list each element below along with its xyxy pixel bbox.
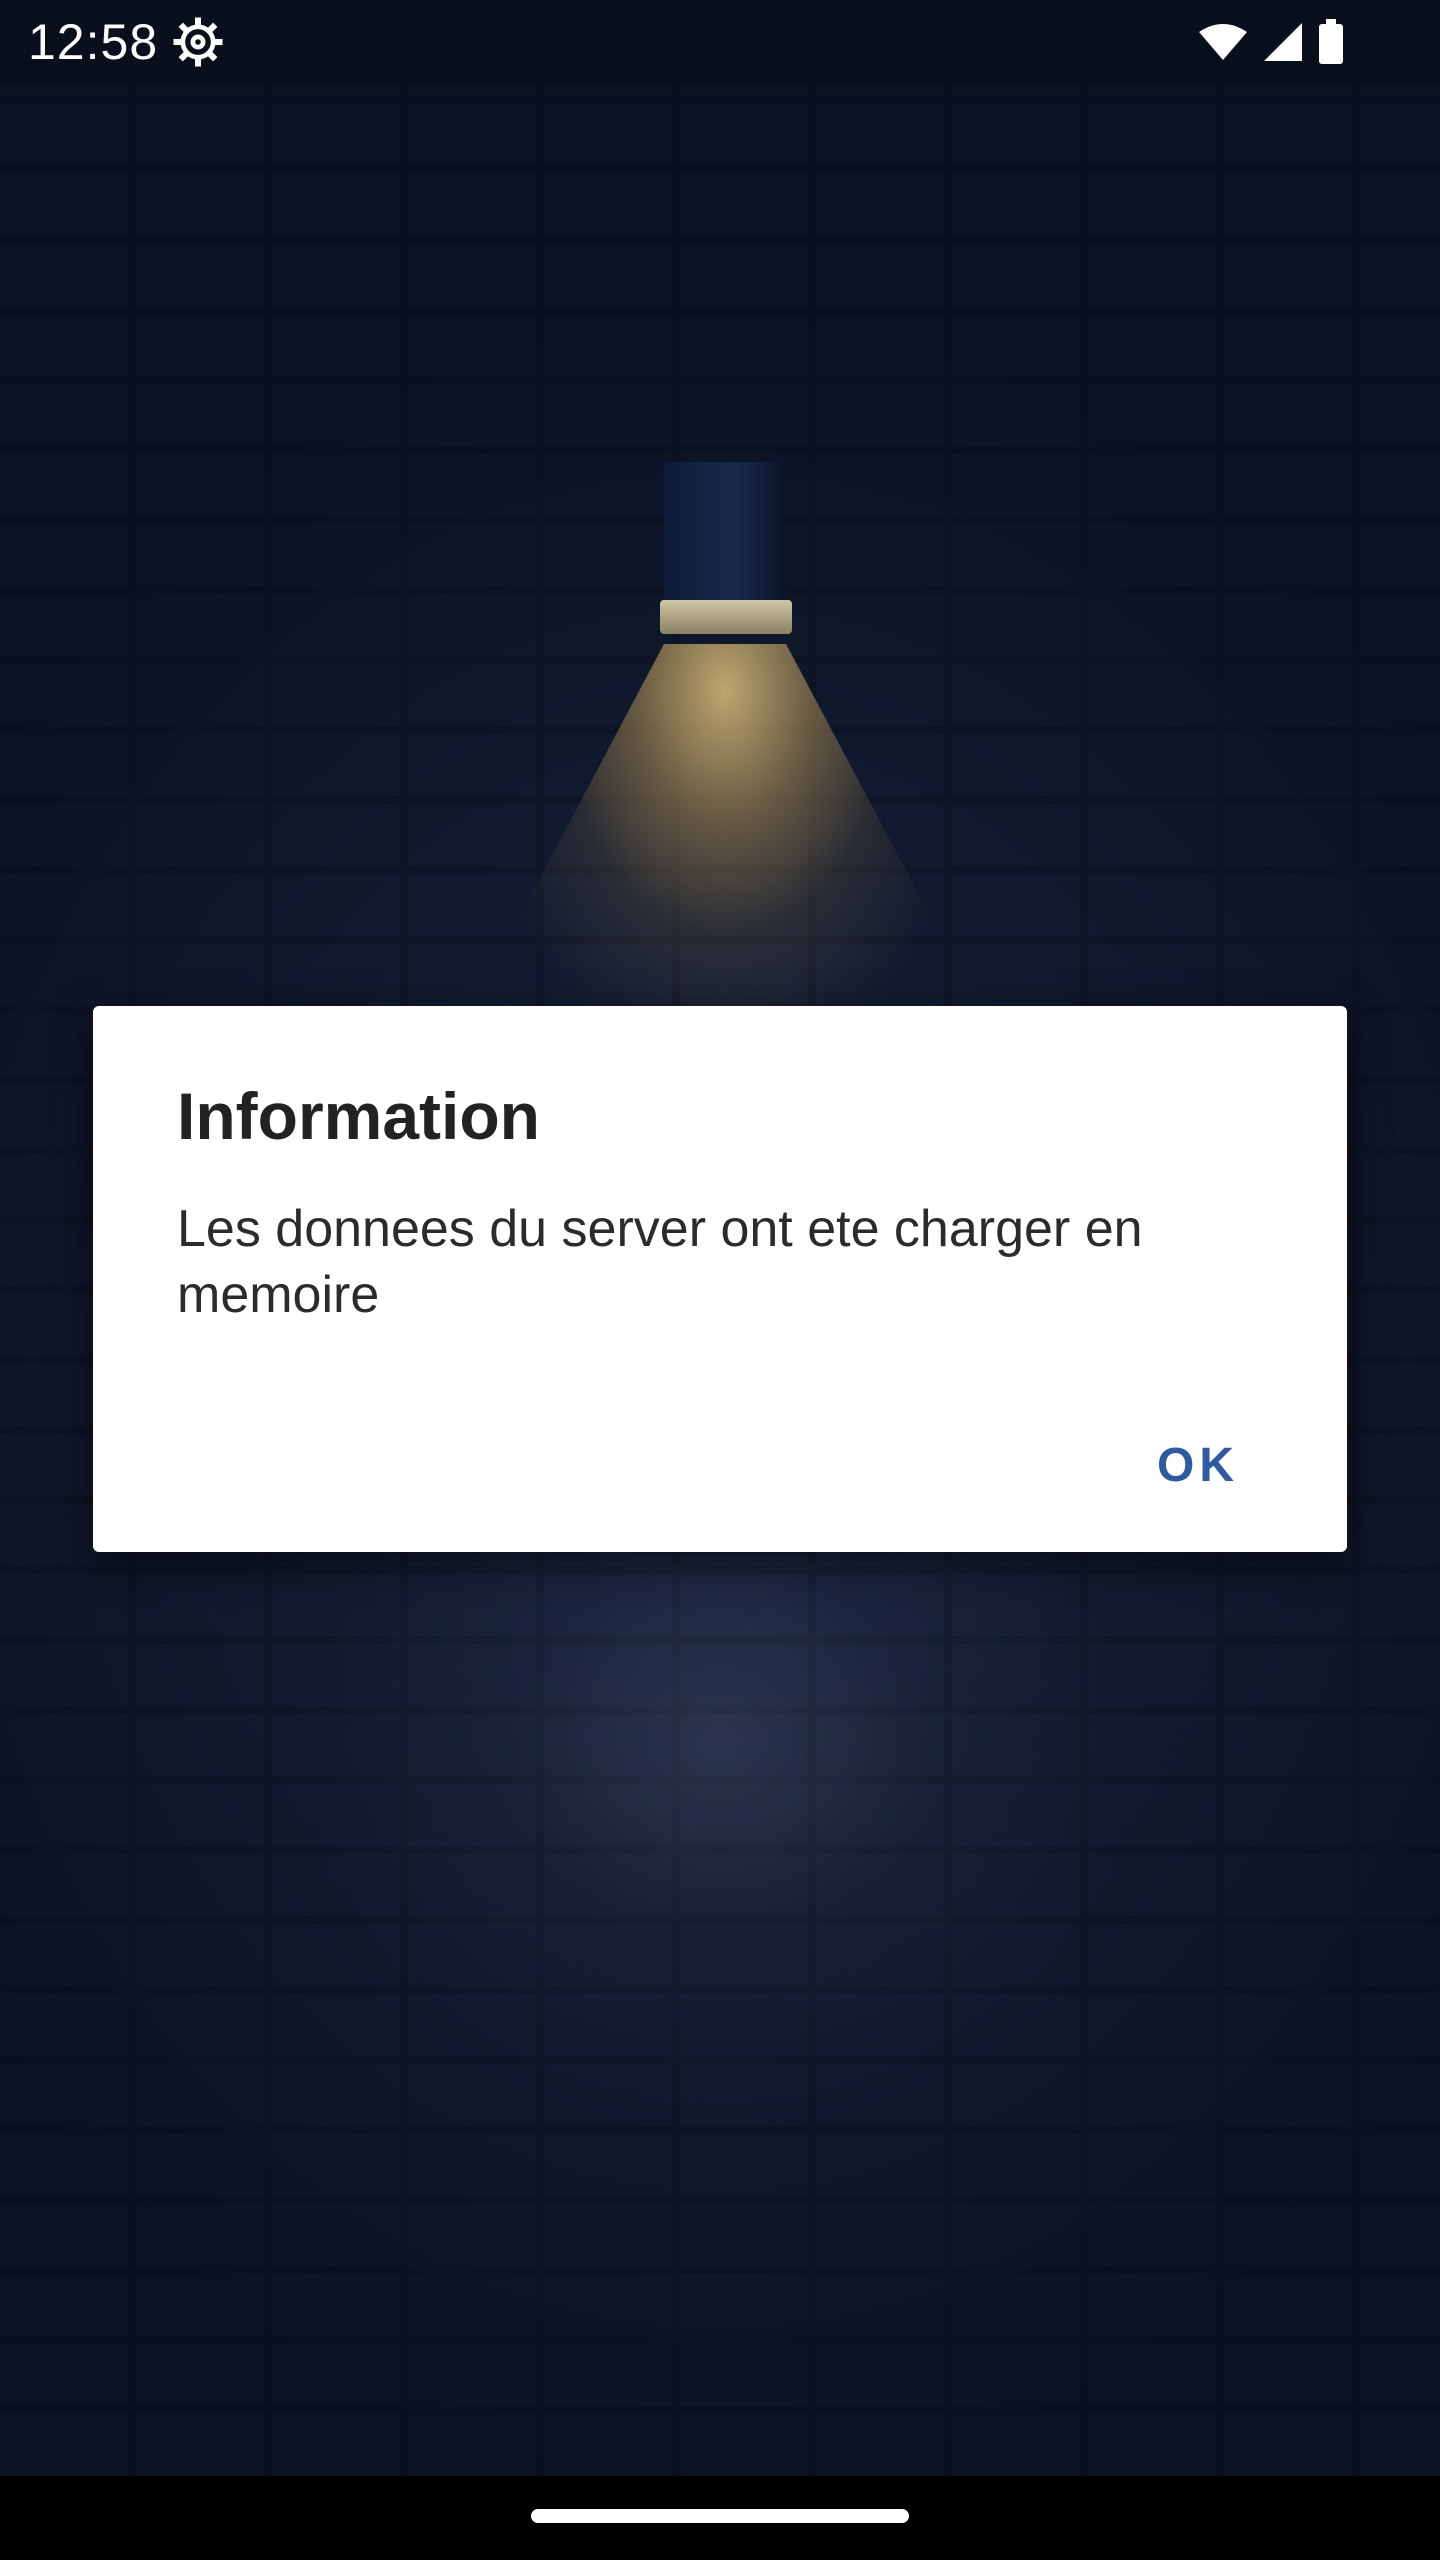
wall-glow: [300, 1514, 1140, 2274]
wall-lamp: [664, 462, 786, 612]
information-dialog: Information Les donnees du server ont et…: [93, 1006, 1347, 1552]
wifi-icon: [1198, 22, 1248, 62]
ok-button[interactable]: OK: [1141, 1426, 1255, 1505]
settings-gear-icon: [170, 14, 226, 70]
status-bar: 12:58: [0, 0, 1440, 84]
navigation-bar: [0, 2476, 1440, 2560]
battery-icon: [1318, 19, 1344, 65]
cellular-signal-icon: [1262, 21, 1304, 63]
status-icons: [1198, 18, 1344, 66]
dialog-message: Les donnees du server ont ete charger en…: [177, 1200, 1143, 1324]
status-time: 12:58: [28, 14, 159, 70]
wall-lamp-base: [660, 600, 792, 634]
dialog-title: Information: [177, 1079, 540, 1153]
home-gesture-handle[interactable]: [531, 2509, 909, 2523]
